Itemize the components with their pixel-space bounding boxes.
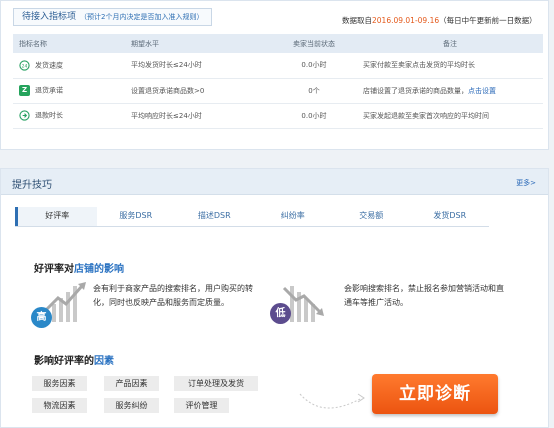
metric-status: 0.0小时 bbox=[271, 53, 357, 79]
factor-chip: 服务纠纷 bbox=[104, 398, 159, 413]
data-date-info: 数据取自2016.09.01-09.16（每日中午更新前一日数据） bbox=[342, 15, 537, 26]
metric-status: 0个 bbox=[271, 78, 357, 104]
low-impact-desc: 会影响搜索排名，禁止报名参加营销活动和直通车等推广活动。 bbox=[344, 284, 504, 307]
tips-header: 提升技巧 更多> bbox=[1, 169, 548, 195]
col-header-status: 卖家当前状态 bbox=[271, 34, 357, 53]
tab-dispute-rate[interactable]: 纠纷率 bbox=[254, 207, 333, 226]
metric-note: 买家付款至卖家点击发货的平均时长 bbox=[363, 61, 475, 70]
date-suffix: （每日中午更新前一日数据） bbox=[439, 16, 537, 25]
factors-heading: 影响好评率的因素 bbox=[34, 352, 114, 367]
pending-title: 待接入指标项 bbox=[22, 12, 77, 22]
quality-metrics-panel: 待接入指标项 （预计2个月内决定是否加入准入规则） 数据取自2016.09.01-… bbox=[0, 0, 549, 150]
date-range: 2016.09.01-09.16 bbox=[372, 16, 440, 25]
metric-expect: 平均响应时长≤24小时 bbox=[125, 103, 271, 129]
col-header-name: 指标名称 bbox=[13, 34, 125, 53]
return-z-icon: Z bbox=[19, 85, 30, 96]
metric-note: 店铺设置了退货承诺的商品数量， bbox=[363, 86, 468, 95]
date-prefix: 数据取自 bbox=[342, 16, 372, 25]
metric-status: 0.0小时 bbox=[271, 103, 357, 129]
tips-title: 提升技巧 bbox=[12, 180, 52, 191]
reply-arrow-icon bbox=[19, 110, 30, 121]
more-link[interactable]: 更多> bbox=[516, 178, 536, 188]
metric-expect: 设置退货承诺商品数>0 bbox=[125, 78, 271, 104]
svg-text:24: 24 bbox=[22, 63, 28, 69]
metric-note: 买家发起退款至卖家首次响应的平均时间 bbox=[363, 111, 489, 120]
set-return-link[interactable]: 点击设置 bbox=[468, 87, 496, 95]
tips-tabs: 好评率 服务DSR 描述DSR 纠纷率 交易额 发货DSR bbox=[15, 207, 489, 227]
factor-chip: 评价管理 bbox=[174, 398, 229, 413]
low-badge: 低 bbox=[270, 303, 291, 324]
high-impact-desc: 会有利于商家产品的搜索排名，用户购买的转化，同时也反映产品和服务而定质量。 bbox=[93, 284, 253, 307]
metric-name: 发货速度 bbox=[35, 61, 63, 70]
metric-name: 退款时长 bbox=[35, 111, 63, 120]
diagnose-button[interactable]: 立即诊断 bbox=[372, 374, 498, 414]
clock-24-icon: 24 bbox=[19, 60, 30, 71]
pending-note: （预计2个月内决定是否加入准入规则） bbox=[80, 13, 204, 21]
factor-chip: 物流因素 bbox=[32, 398, 87, 413]
tab-shipping-dsr[interactable]: 发货DSR bbox=[411, 207, 490, 226]
factors-heading-b: 因素 bbox=[94, 356, 114, 367]
factor-chip: 订单处理及发货 bbox=[174, 376, 258, 391]
impact-heading-a: 好评率对 bbox=[34, 264, 74, 275]
dotted-arrow-decoration bbox=[299, 393, 365, 409]
factor-chip: 服务因素 bbox=[32, 376, 87, 391]
col-header-note: 备注 bbox=[357, 34, 543, 53]
high-badge: 高 bbox=[31, 307, 52, 328]
table-row: Z 退货承诺 设置退货承诺商品数>0 0个 店铺设置了退货承诺的商品数量，点击设置 bbox=[13, 78, 543, 104]
impact-heading-b: 店铺的影响 bbox=[74, 264, 124, 275]
tab-service-dsr[interactable]: 服务DSR bbox=[97, 207, 176, 226]
pending-metrics-tag: 待接入指标项 （预计2个月内决定是否加入准入规则） bbox=[13, 8, 213, 26]
metrics-table: 指标名称 期望水平 卖家当前状态 备注 24 发货速度 平均发货时长≤24小时 0… bbox=[13, 34, 543, 129]
tab-trade-volume[interactable]: 交易额 bbox=[332, 207, 411, 226]
tab-describe-dsr[interactable]: 描述DSR bbox=[175, 207, 254, 226]
table-row: 退款时长 平均响应时长≤24小时 0.0小时 买家发起退款至卖家首次响应的平均时… bbox=[13, 103, 543, 129]
impact-heading: 好评率对店铺的影响 bbox=[34, 260, 124, 275]
table-row: 24 发货速度 平均发货时长≤24小时 0.0小时 买家付款至卖家点击发货的平均时… bbox=[13, 53, 543, 79]
table-header-row: 指标名称 期望水平 卖家当前状态 备注 bbox=[13, 34, 543, 53]
factors-heading-a: 影响好评率的 bbox=[34, 356, 94, 367]
factor-chip: 产品因素 bbox=[104, 376, 159, 391]
tab-good-rate[interactable]: 好评率 bbox=[15, 207, 97, 226]
metric-expect: 平均发货时长≤24小时 bbox=[125, 53, 271, 79]
col-header-expect: 期望水平 bbox=[125, 34, 271, 53]
metric-name: 退货承诺 bbox=[35, 86, 63, 95]
